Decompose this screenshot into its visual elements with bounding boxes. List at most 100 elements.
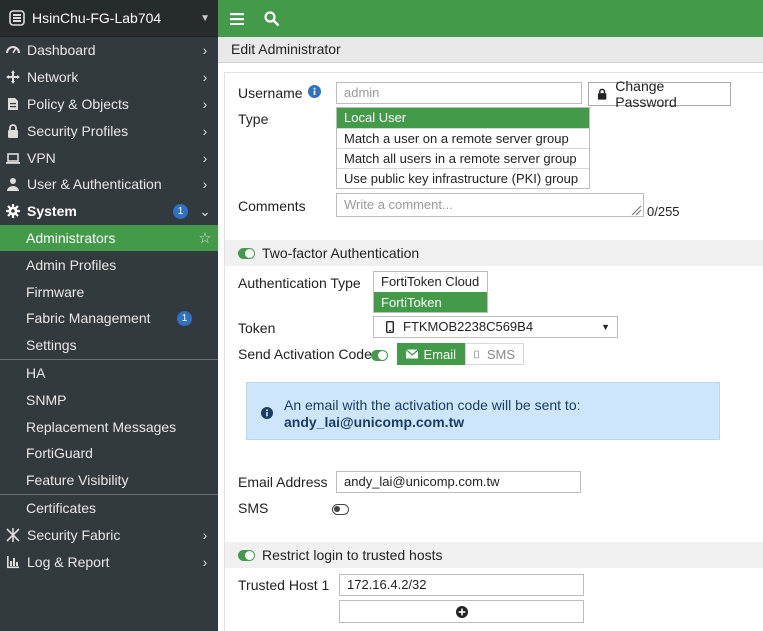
auth-type-label: Authentication Type bbox=[238, 275, 361, 291]
send-code-toggle[interactable] bbox=[371, 350, 388, 361]
nav-item-label: User & Authentication bbox=[27, 176, 162, 193]
top-bar bbox=[218, 0, 763, 37]
nav-item-policy-objects[interactable]: Policy & Objects › bbox=[0, 91, 218, 118]
laptop-icon bbox=[5, 150, 21, 166]
nav-item-label: SNMP bbox=[26, 391, 67, 408]
star-icon[interactable]: ☆ bbox=[198, 229, 212, 247]
nav-item-label: Log & Report bbox=[27, 553, 110, 570]
token-label: Token bbox=[238, 320, 276, 336]
auth-type-option-fortitoken-cloud[interactable]: FortiToken Cloud bbox=[374, 272, 487, 292]
nav-item-admin-profiles[interactable]: Admin Profiles bbox=[0, 251, 218, 278]
nav-item-label: Feature Visibility bbox=[26, 472, 129, 489]
nav-item-label: FortiGuard bbox=[26, 445, 93, 462]
nav-item-vpn[interactable]: VPN › bbox=[0, 144, 218, 171]
comments-label: Comments bbox=[238, 198, 306, 214]
token-value: FTKMOB2238C569B4 bbox=[403, 319, 534, 334]
nav-item-user-authentication[interactable]: User & Authentication › bbox=[0, 171, 218, 198]
type-selector: Local User Match a user on a remote serv… bbox=[336, 107, 590, 189]
nav-item-label: Replacement Messages bbox=[26, 418, 177, 435]
plus-circle-icon bbox=[455, 605, 468, 618]
gear-icon bbox=[5, 203, 21, 219]
type-label: Type bbox=[238, 111, 269, 127]
sms-toggle[interactable] bbox=[331, 504, 349, 515]
email-address-field[interactable]: andy_lai@unicomp.com.tw bbox=[336, 471, 581, 493]
nav-item-label: Certificates bbox=[26, 499, 97, 516]
device-selector[interactable]: HsinChu-FG-Lab704 ▼ bbox=[0, 0, 218, 37]
send-email-button[interactable]: Email bbox=[397, 343, 465, 365]
nav-item-network[interactable]: Network › bbox=[0, 64, 218, 91]
change-password-label: Change Password bbox=[615, 78, 677, 110]
nav-item-snmp[interactable]: SNMP bbox=[0, 386, 218, 413]
sidebar: HsinChu-FG-Lab704 ▼ Dashboard › Network … bbox=[0, 0, 218, 631]
nav-item-certificates[interactable]: Certificates bbox=[0, 495, 218, 522]
search-icon[interactable] bbox=[262, 10, 280, 28]
username-field[interactable]: admin bbox=[336, 82, 582, 104]
nav-item-settings[interactable]: Settings bbox=[0, 332, 218, 359]
nav-item-label: Firmware bbox=[26, 283, 85, 300]
two-factor-toggle[interactable] bbox=[238, 247, 255, 259]
change-password-button[interactable]: Change Password bbox=[588, 78, 731, 110]
username-label: Username bbox=[238, 85, 303, 101]
info-icon[interactable] bbox=[308, 85, 321, 101]
fortigate-device-icon bbox=[9, 10, 25, 26]
nav-item-label: Security Fabric bbox=[27, 526, 121, 543]
nav-item-log-report[interactable]: Log & Report › bbox=[0, 548, 218, 575]
nav-item-security-fabric[interactable]: Security Fabric › bbox=[0, 521, 218, 548]
caret-down-icon: ▼ bbox=[601, 322, 610, 332]
send-sms-label: SMS bbox=[486, 346, 515, 362]
notification-badge: 1 bbox=[177, 310, 192, 326]
nav-item-replacement-messages[interactable]: Replacement Messages bbox=[0, 413, 218, 440]
nav-item-label: Security Profiles bbox=[27, 122, 129, 139]
chevron-right-icon: › bbox=[202, 42, 208, 59]
device-name: HsinChu-FG-Lab704 bbox=[32, 10, 162, 26]
sms-label: SMS bbox=[238, 500, 269, 516]
comments-counter: 0/255 bbox=[647, 204, 680, 219]
type-option-remote-user[interactable]: Match a user on a remote server group bbox=[337, 128, 589, 148]
info-message: An email with the activation code will b… bbox=[284, 397, 581, 413]
bar-chart-icon bbox=[5, 554, 21, 570]
nav-item-label: Network bbox=[27, 69, 79, 86]
type-option-pki-group[interactable]: Use public key infrastructure (PKI) grou… bbox=[337, 168, 589, 188]
nav-item-label: Dashboard bbox=[27, 42, 96, 59]
activation-info-box: An email with the activation code will b… bbox=[246, 382, 720, 440]
info-email: andy_lai@unicomp.com.tw bbox=[284, 414, 465, 430]
trusted-host-field[interactable]: 172.16.4.2/32 bbox=[339, 574, 584, 596]
nav-item-dashboard[interactable]: Dashboard › bbox=[0, 37, 218, 64]
nav-item-fortiguard[interactable]: FortiGuard bbox=[0, 440, 218, 467]
resize-handle-icon[interactable] bbox=[630, 204, 642, 219]
mobile-icon bbox=[386, 321, 394, 333]
envelope-icon bbox=[406, 349, 419, 359]
nav-item-label: VPN bbox=[27, 149, 56, 166]
nav-item-label: Fabric Management bbox=[26, 310, 151, 327]
caret-down-icon: ▼ bbox=[200, 12, 210, 24]
token-select[interactable]: FTKMOB2238C569B4 ▼ bbox=[373, 316, 618, 338]
two-factor-section-header: Two-factor Authentication bbox=[225, 240, 763, 266]
auth-type-option-fortitoken[interactable]: FortiToken bbox=[374, 292, 487, 312]
type-option-local-user[interactable]: Local User bbox=[337, 108, 589, 128]
page-title: Edit Administrator bbox=[218, 37, 763, 63]
add-trusted-host-button[interactable] bbox=[339, 600, 584, 623]
policy-icon bbox=[5, 96, 21, 112]
send-code-label: Send Activation Code bbox=[238, 346, 372, 362]
nav-item-label: Administrators bbox=[26, 229, 116, 246]
comments-textarea[interactable]: Write a comment... bbox=[336, 193, 644, 217]
chevron-right-icon: › bbox=[202, 526, 208, 543]
menu-toggle-icon[interactable] bbox=[228, 10, 246, 28]
chevron-right-icon: › bbox=[202, 553, 208, 570]
nav-item-ha[interactable]: HA bbox=[0, 360, 218, 387]
send-sms-button[interactable]: SMS bbox=[465, 343, 524, 365]
user-icon bbox=[5, 176, 21, 192]
nav-item-security-profiles[interactable]: Security Profiles › bbox=[0, 117, 218, 144]
type-option-remote-group[interactable]: Match all users in a remote server group bbox=[337, 148, 589, 168]
security-fabric-icon bbox=[5, 527, 21, 543]
edit-administrator-form: Username admin Change Password Type Loca… bbox=[224, 72, 763, 631]
nav-item-feature-visibility[interactable]: Feature Visibility bbox=[0, 467, 218, 494]
nav-item-system[interactable]: System 1 ⌄ bbox=[0, 198, 218, 225]
nav-item-label: Admin Profiles bbox=[26, 256, 117, 273]
chevron-down-icon: ⌄ bbox=[199, 202, 211, 219]
nav-item-fabric-management[interactable]: Fabric Management 1 bbox=[0, 305, 218, 332]
mobile-icon bbox=[474, 350, 479, 358]
nav-item-firmware[interactable]: Firmware bbox=[0, 278, 218, 305]
restrict-login-toggle[interactable] bbox=[238, 549, 255, 561]
nav-item-administrators[interactable]: Administrators ☆ bbox=[0, 224, 218, 252]
